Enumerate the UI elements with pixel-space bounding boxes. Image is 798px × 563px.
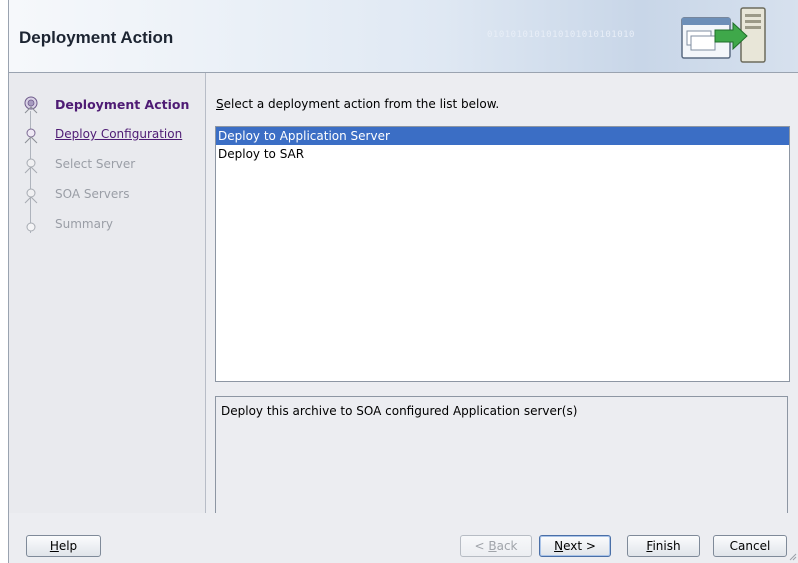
button-bar: Help < Back Next > Finish Cancel xyxy=(9,513,798,563)
step-label: Select Server xyxy=(55,157,136,171)
step-soa-servers: SOA Servers xyxy=(9,184,205,206)
next-mnemonic: N xyxy=(554,539,564,553)
step-label: Deploy Configuration xyxy=(55,127,183,141)
step-icon xyxy=(24,188,38,204)
header-title: Deployment Action xyxy=(19,28,174,47)
finish-rest: inish xyxy=(652,539,681,553)
deployment-dialog: Deployment Action 0101010101010101010101… xyxy=(8,0,798,563)
deploy-server-icon xyxy=(681,7,766,63)
finish-button[interactable]: Finish xyxy=(627,535,700,557)
instruction-rest: elect a deployment action from the list … xyxy=(223,97,500,111)
steps-sidebar: Deployment Action Deploy Configuration S… xyxy=(9,73,206,513)
step-icon xyxy=(24,128,38,144)
step-current-icon xyxy=(24,96,38,114)
binary-pattern-decoration: 0101010101010101010101010 xyxy=(487,30,635,40)
next-rest: ext > xyxy=(563,539,596,553)
help-button[interactable]: Help xyxy=(26,535,101,557)
step-label: Deployment Action xyxy=(55,97,190,112)
back-rest: ack xyxy=(496,539,518,553)
cancel-button[interactable]: Cancel xyxy=(713,535,787,557)
main-content: Select a deployment action from the list… xyxy=(206,73,798,516)
step-deploy-configuration[interactable]: Deploy Configuration xyxy=(9,124,205,146)
step-summary: Summary xyxy=(9,214,205,236)
step-icon xyxy=(24,158,38,174)
step-label: SOA Servers xyxy=(55,187,130,201)
description-panel: Deploy this archive to SOA configured Ap… xyxy=(215,396,788,516)
step-deployment-action[interactable]: Deployment Action xyxy=(9,94,205,116)
next-button[interactable]: Next > xyxy=(539,535,611,557)
deployment-action-list[interactable]: Deploy to Application Server Deploy to S… xyxy=(215,126,790,382)
resize-grip-icon[interactable] xyxy=(787,551,797,561)
back-prefix: < xyxy=(474,539,489,553)
instruction-text: Select a deployment action from the list… xyxy=(216,97,499,111)
help-mnemonic: H xyxy=(49,539,59,553)
instruction-mnemonic: S xyxy=(216,97,224,111)
dialog-header: Deployment Action 0101010101010101010101… xyxy=(9,0,798,73)
help-rest: elp xyxy=(58,539,78,553)
list-item-deploy-to-sar[interactable]: Deploy to SAR xyxy=(216,145,789,163)
back-button[interactable]: < Back xyxy=(460,535,532,557)
back-mnemonic: B xyxy=(488,539,497,553)
list-item-deploy-to-application-server[interactable]: Deploy to Application Server xyxy=(216,127,789,145)
step-select-server: Select Server xyxy=(9,154,205,176)
step-label: Summary xyxy=(55,217,113,231)
description-text: Deploy this archive to SOA configured Ap… xyxy=(221,404,578,418)
step-end-icon xyxy=(26,222,36,232)
